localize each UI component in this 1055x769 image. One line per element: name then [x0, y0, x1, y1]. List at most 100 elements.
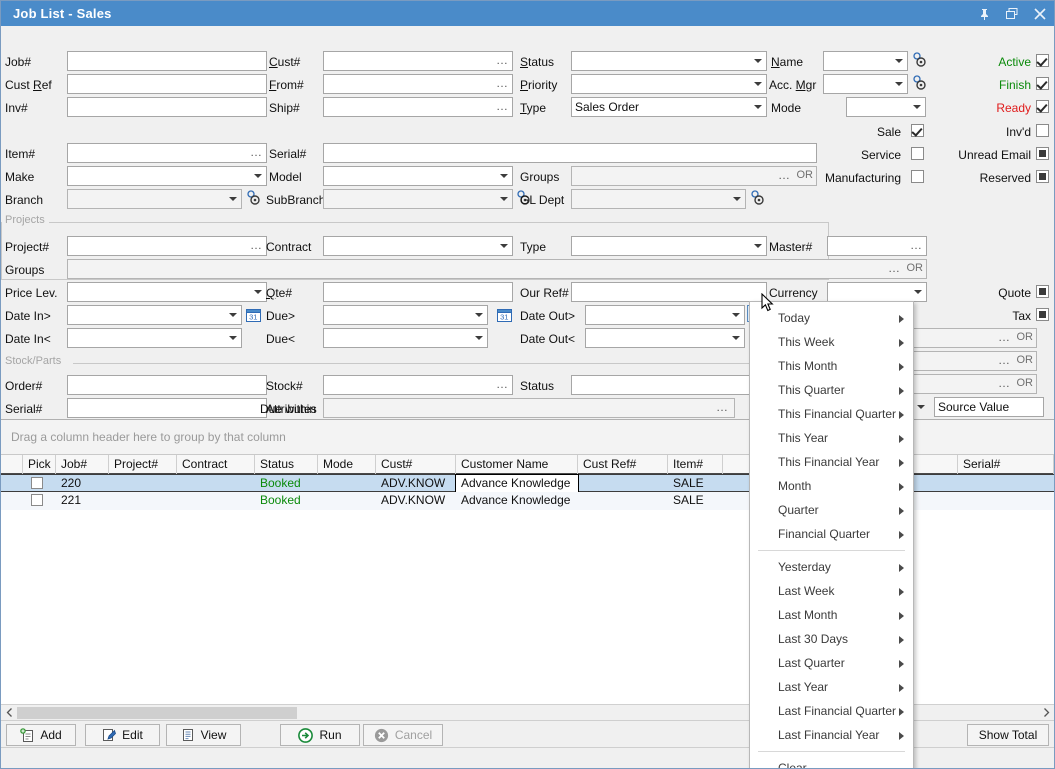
edit-button[interactable]: Edit	[85, 724, 160, 746]
make-input[interactable]	[67, 166, 267, 186]
chevron-down-icon[interactable]	[729, 332, 743, 344]
menu-item-this-month[interactable]: This Month	[750, 354, 913, 378]
grid-col-project-no[interactable]: Project#	[109, 455, 177, 474]
menu-item-last-financial-quarter[interactable]: Last Financial Quarter	[750, 699, 913, 723]
manufacturing-checkbox[interactable]	[911, 170, 924, 183]
date-in-lt-field[interactable]	[67, 328, 242, 348]
name-settings-gear-icon[interactable]	[911, 51, 927, 69]
ellipsis-icon[interactable]: …	[995, 353, 1013, 369]
ellipsis-icon[interactable]: …	[995, 330, 1013, 346]
stock-status-input[interactable]	[571, 375, 767, 395]
priority-field[interactable]	[571, 74, 767, 94]
from-no-field[interactable]: …	[323, 74, 513, 94]
our-ref-input[interactable]	[571, 282, 767, 302]
ellipsis-icon[interactable]: …	[493, 53, 511, 69]
tax-checkbox[interactable]	[1036, 308, 1049, 321]
ellipsis-icon[interactable]: …	[247, 238, 265, 254]
menu-item-last-quarter[interactable]: Last Quarter	[750, 651, 913, 675]
cancel-button[interactable]: Cancel	[363, 724, 443, 746]
grid-col-status[interactable]: Status	[255, 455, 318, 474]
from-no-input[interactable]	[323, 74, 513, 94]
currency-field[interactable]	[827, 282, 927, 302]
ellipsis-icon[interactable]: …	[493, 76, 511, 92]
qte-no-input[interactable]	[323, 282, 513, 302]
menu-item-last-financial-year[interactable]: Last Financial Year	[750, 723, 913, 747]
project-no-field[interactable]: …	[67, 236, 267, 256]
make-field[interactable]	[67, 166, 267, 186]
menu-item-this-week[interactable]: This Week	[750, 330, 913, 354]
grid-col-pick[interactable]: Pick	[23, 455, 56, 474]
gl-dept-field[interactable]	[571, 189, 746, 209]
item-no-field[interactable]: …	[67, 143, 267, 163]
source-value-field[interactable]	[906, 397, 1016, 417]
inv-no-input[interactable]	[67, 97, 267, 117]
ellipsis-icon[interactable]: …	[247, 145, 265, 161]
date-out-gt-field[interactable]	[585, 305, 745, 325]
view-button[interactable]: View	[166, 724, 241, 746]
grid-col-serial-no[interactable]: Serial#	[958, 455, 1054, 474]
due-lt-field[interactable]	[323, 328, 488, 348]
ship-no-field[interactable]: …	[323, 97, 513, 117]
ready-checkbox[interactable]	[1036, 100, 1049, 113]
stock-no-input[interactable]	[323, 375, 513, 395]
type-field[interactable]	[571, 97, 767, 117]
date-in-gt-calendar-icon[interactable]: 31	[245, 306, 262, 323]
menu-item-last-week[interactable]: Last Week	[750, 579, 913, 603]
chevron-down-icon[interactable]	[226, 332, 240, 344]
branch-input[interactable]	[67, 189, 242, 209]
menu-item-month[interactable]: Month	[750, 474, 913, 498]
run-button[interactable]: Run	[280, 724, 360, 746]
unread-email-checkbox[interactable]	[1036, 147, 1049, 160]
contract-field[interactable]	[323, 236, 513, 256]
close-icon[interactable]	[1026, 1, 1054, 26]
date-out-gt-input[interactable]	[585, 305, 745, 325]
chevron-down-icon[interactable]	[497, 240, 511, 252]
date-in-gt-field[interactable]	[67, 305, 242, 325]
project-groups-field[interactable]: … OR	[67, 259, 927, 279]
model-input[interactable]	[323, 166, 513, 186]
due-lt-input[interactable]	[323, 328, 488, 348]
branch-settings-gear-icon[interactable]	[245, 189, 261, 207]
chevron-down-icon[interactable]	[472, 309, 486, 321]
ellipsis-icon[interactable]: …	[907, 238, 925, 254]
status-input[interactable]	[571, 51, 767, 71]
row-customer-name[interactable]: Advance Knowledge	[456, 475, 578, 493]
gl-dept-gear-icon[interactable]	[749, 189, 765, 207]
grid-col-item-no[interactable]: Item#	[668, 455, 723, 474]
row-pick-checkbox[interactable]	[31, 477, 43, 489]
order-no-input[interactable]	[67, 375, 267, 395]
due-gt-field[interactable]	[323, 305, 488, 325]
acc-mgr-settings-gear-icon[interactable]	[911, 74, 927, 92]
ship-no-input[interactable]	[323, 97, 513, 117]
finish-checkbox[interactable]	[1036, 77, 1049, 90]
chevron-down-icon[interactable]	[730, 193, 744, 205]
project-groups-input[interactable]	[67, 259, 927, 279]
chevron-down-icon[interactable]	[751, 240, 765, 252]
grid-col-contract[interactable]: Contract	[177, 455, 255, 474]
chevron-down-icon[interactable]	[914, 401, 928, 413]
chevron-down-icon[interactable]	[910, 101, 924, 113]
chevron-down-icon[interactable]	[226, 309, 240, 321]
chevron-down-icon[interactable]	[497, 193, 511, 205]
menu-item-clear[interactable]: Clear	[750, 756, 913, 769]
date-range-context-menu[interactable]: Today This Week This Month This Quarter …	[749, 301, 914, 769]
chevron-down-icon[interactable]	[729, 309, 743, 321]
add-button[interactable]: Add	[6, 724, 76, 746]
scroll-left-icon[interactable]	[1, 705, 17, 721]
grid-col-mode[interactable]: Mode	[318, 455, 376, 474]
source-value-input[interactable]	[934, 397, 1044, 417]
quote-checkbox[interactable]	[1036, 285, 1049, 298]
menu-item-this-financial-year[interactable]: This Financial Year	[750, 450, 913, 474]
pin-icon[interactable]	[970, 1, 998, 26]
show-total-button[interactable]: Show Total	[967, 724, 1049, 746]
acc-mgr-field[interactable]	[823, 74, 908, 94]
chevron-down-icon[interactable]	[497, 170, 511, 182]
priority-input[interactable]	[571, 74, 767, 94]
active-checkbox[interactable]	[1036, 54, 1049, 67]
menu-item-this-quarter[interactable]: This Quarter	[750, 378, 913, 402]
model-field[interactable]	[323, 166, 513, 186]
row-pick-checkbox[interactable]	[31, 494, 43, 506]
project-type-input[interactable]	[571, 236, 767, 256]
stock-no-field[interactable]: …	[323, 375, 513, 395]
menu-item-this-year[interactable]: This Year	[750, 426, 913, 450]
